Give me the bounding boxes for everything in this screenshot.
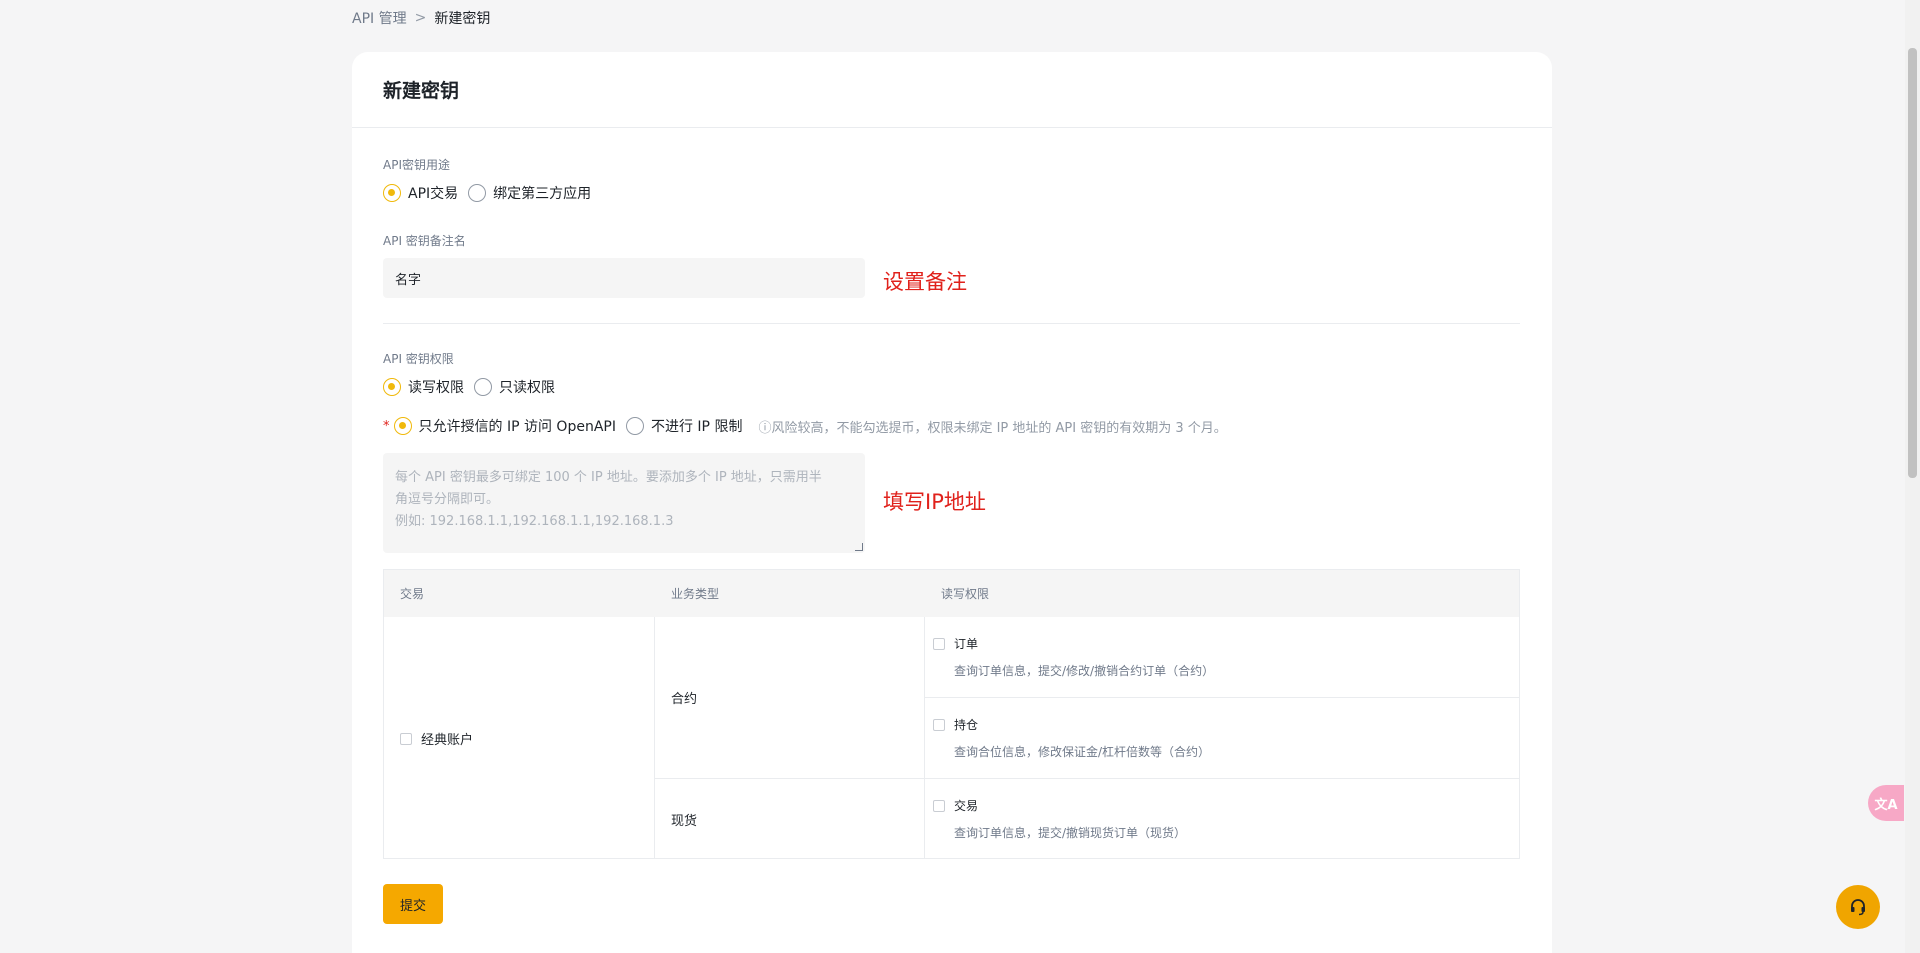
perm-desc: 查询合位信息，修改保证金/杠杆倍数等（合约） [954, 745, 1211, 759]
customer-support-button[interactable] [1836, 885, 1880, 929]
perm-checkbox-order[interactable] [933, 637, 945, 650]
usage-label: API密钥用途 [383, 158, 450, 172]
scrollbar-thumb[interactable] [1908, 48, 1917, 478]
perm-desc: 查询订单信息，提交/修改/撤销合约订单（合约） [954, 664, 1215, 678]
perm-title: 持仓 [954, 718, 979, 732]
table-header: 交易 业务类型 读写权限 [384, 570, 1519, 617]
permission-option-label[interactable]: 只读权限 [499, 377, 555, 397]
ip-radio-group: * 只允许授信的 IP 访问 OpenAPI 不进行 IP 限制 ⓘ风险较高，不… [383, 416, 1227, 436]
remark-label: API 密钥备注名 [383, 234, 466, 248]
resize-handle-icon[interactable] [855, 543, 863, 551]
remark-section: API 密钥备注名 名字 [383, 232, 865, 298]
ip-radio-trusted[interactable] [393, 417, 412, 435]
usage-option-label[interactable]: 绑定第三方应用 [493, 183, 591, 203]
required-mark: * [383, 418, 390, 434]
perm-checkbox-trade[interactable] [933, 799, 945, 812]
page-scrollbar[interactable] [1905, 0, 1920, 953]
usage-radio-third-party[interactable] [468, 184, 487, 202]
permission-table: 交易 业务类型 读写权限 经典账户 合约 现货 订单 查询订单信息，提交/修改/… [383, 569, 1520, 859]
usage-section: API密钥用途 API交易 绑定第三方应用 [383, 156, 601, 203]
headset-icon [1851, 899, 1865, 916]
ip-option-label[interactable]: 只允许授信的 IP 访问 OpenAPI [419, 416, 616, 436]
table-header-cell: 交易 [400, 587, 425, 601]
breadcrumb: API 管理 > 新建密钥 [352, 8, 490, 28]
biz-type-cell: 合约 [655, 617, 925, 779]
permission-label: API 密钥权限 [383, 352, 454, 366]
breadcrumb-separator: > [414, 10, 427, 26]
perm-cell: 交易 查询订单信息，提交/撤销现货订单（现货） [925, 779, 1519, 858]
breadcrumb-parent[interactable]: API 管理 [352, 8, 407, 28]
permission-radio-read-only[interactable] [474, 378, 492, 396]
account-label: 经典账户 [421, 733, 474, 748]
ip-option-label[interactable]: 不进行 IP 限制 [651, 416, 742, 436]
ip-radio-unrestricted[interactable] [625, 417, 644, 435]
ip-placeholder-line: 每个 API 密钥最多可绑定 100 个 IP 地址。要添加多个 IP 地址，只… [395, 470, 822, 485]
perm-checkbox-position[interactable] [933, 718, 945, 731]
account-checkbox[interactable] [400, 732, 412, 745]
ip-address-textarea[interactable]: 每个 API 密钥最多可绑定 100 个 IP 地址。要添加多个 IP 地址，只… [383, 453, 865, 553]
ip-placeholder-line: 例如: 192.168.1.1,192.168.1.1,192.168.1.3 [395, 514, 674, 529]
translate-icon[interactable]: 文A [1868, 785, 1904, 821]
permission-radio-read-write[interactable] [383, 378, 401, 396]
section-divider [383, 323, 1520, 324]
ip-placeholder-line: 角逗号分隔即可。 [395, 492, 500, 507]
biz-type-label: 合约 [671, 692, 698, 707]
biz-type-cell: 现货 [655, 779, 925, 858]
card-header: 新建密钥 [352, 52, 1552, 128]
page-title: 新建密钥 [383, 80, 460, 102]
table-header-cell: 读写权限 [941, 587, 990, 601]
account-cell: 经典账户 [384, 617, 655, 858]
usage-radio-api-trade[interactable] [383, 184, 401, 202]
table-body: 经典账户 合约 现货 订单 查询订单信息，提交/修改/撤销合约订单（合约） 持仓 [384, 617, 1519, 858]
usage-radio-group: API交易 绑定第三方应用 [383, 183, 601, 203]
remark-input[interactable]: 名字 [383, 258, 865, 298]
biz-type-label: 现货 [671, 814, 698, 829]
permission-section: API 密钥权限 读写权限 只读权限 * 只允许授信的 IP 访问 OpenAP… [383, 350, 1227, 553]
table-header-cell: 业务类型 [671, 587, 720, 601]
ip-annotation: 填写IP地址 [883, 490, 986, 514]
create-key-card: 新建密钥 API密钥用途 API交易 绑定第三方应用 API 密钥备注名 名字 … [352, 52, 1552, 953]
breadcrumb-current: 新建密钥 [434, 11, 491, 27]
submit-button[interactable]: 提交 [383, 884, 443, 924]
remark-annotation: 设置备注 [883, 270, 967, 294]
permission-option-label[interactable]: 读写权限 [408, 377, 464, 397]
perm-cell: 订单 查询订单信息，提交/修改/撤销合约订单（合约） [925, 617, 1519, 698]
perm-title: 交易 [954, 799, 979, 813]
usage-option-label[interactable]: API交易 [408, 183, 458, 203]
perm-desc: 查询订单信息，提交/撤销现货订单（现货） [954, 826, 1187, 840]
ip-risk-hint: ⓘ风险较高，不能勾选提币，权限未绑定 IP 地址的 API 密钥的有效期为 3 … [758, 420, 1227, 436]
perm-cell: 持仓 查询合位信息，修改保证金/杠杆倍数等（合约） [925, 698, 1519, 779]
permission-radio-group: 读写权限 只读权限 [383, 377, 1227, 397]
perm-title: 订单 [954, 637, 979, 651]
